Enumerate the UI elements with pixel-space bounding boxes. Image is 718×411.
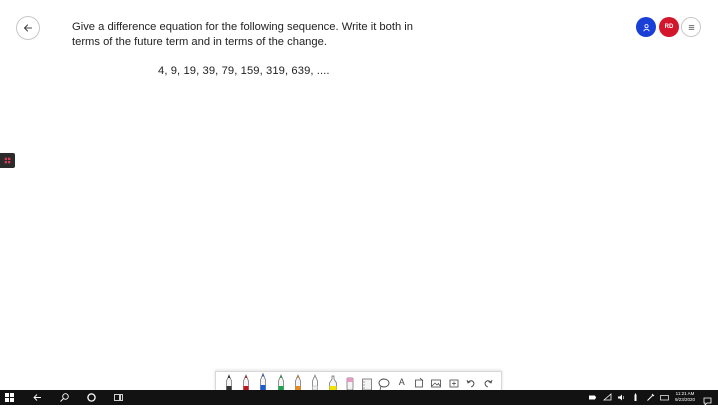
person-icon xyxy=(642,23,650,31)
cortana-button[interactable] xyxy=(86,392,97,403)
shapes-icon xyxy=(415,377,424,388)
lasso-icon xyxy=(379,378,390,391)
pen-workspace-icon xyxy=(634,393,637,401)
pen-blue-tool[interactable] xyxy=(256,373,270,391)
prompt-line-1: Give a difference equation for the follo… xyxy=(72,21,414,33)
ruler-icon xyxy=(362,378,373,391)
pen-orange-tool[interactable] xyxy=(291,373,305,391)
pen-white-tool[interactable] xyxy=(308,373,322,391)
tray-pen[interactable] xyxy=(631,392,640,403)
ink-icon xyxy=(647,393,655,401)
wifi-icon xyxy=(603,393,612,401)
pen-black-icon xyxy=(225,374,232,391)
eraser-icon xyxy=(346,377,354,391)
image-tool[interactable] xyxy=(429,373,443,391)
lasso-tool[interactable] xyxy=(377,373,391,391)
pen-green-icon xyxy=(277,374,284,391)
clock-date: 9/23/2020 xyxy=(674,397,696,402)
keyboard-icon xyxy=(660,395,669,401)
pen-green-tool[interactable] xyxy=(274,373,288,391)
back-icon xyxy=(33,394,41,401)
image-icon xyxy=(431,379,442,388)
avatar-participant-rd[interactable]: RD xyxy=(659,17,679,37)
cortana-icon xyxy=(87,393,96,402)
eraser-tool[interactable] xyxy=(343,373,357,391)
windows-start-icon xyxy=(5,393,14,402)
menu-button[interactable] xyxy=(681,17,701,37)
back-button[interactable] xyxy=(16,16,40,40)
insert-space-icon xyxy=(449,379,459,388)
taskbar-clock[interactable]: 11:21 AM 9/23/2020 xyxy=(672,391,698,403)
pen-black-tool[interactable] xyxy=(222,373,236,391)
pen-orange-icon xyxy=(295,374,301,391)
task-view-icon xyxy=(114,394,123,401)
pen-red-tool[interactable] xyxy=(239,373,253,391)
sequence-text: 4, 9, 19, 39, 79, 159, 319, 639, .... xyxy=(158,65,330,77)
inking-toolbar: A xyxy=(215,371,502,391)
start-button[interactable] xyxy=(4,392,15,403)
taskbar-search-button[interactable] xyxy=(59,392,70,403)
shapes-tool[interactable] xyxy=(412,373,426,391)
insert-space-tool[interactable] xyxy=(447,373,461,391)
task-view-button[interactable] xyxy=(113,392,124,403)
tray-keyboard[interactable] xyxy=(660,392,669,403)
hamburger-menu-icon xyxy=(688,24,694,30)
undo-button[interactable] xyxy=(464,373,478,391)
text-tool[interactable]: A xyxy=(395,373,409,391)
ruler-tool[interactable] xyxy=(360,373,374,391)
highlighter-tool[interactable] xyxy=(326,373,340,391)
battery-icon xyxy=(589,395,596,400)
pen-red-icon xyxy=(243,374,249,391)
text-icon: A xyxy=(398,377,405,387)
search-icon xyxy=(60,393,69,402)
redo-button[interactable] xyxy=(481,373,495,391)
tray-battery[interactable] xyxy=(588,392,597,403)
tray-volume[interactable] xyxy=(617,392,626,403)
volume-icon xyxy=(618,394,625,401)
redo-icon xyxy=(484,379,493,388)
prompt-line-2: terms of the future term and in terms of… xyxy=(72,36,327,48)
action-center-button[interactable] xyxy=(703,393,712,406)
arrow-left-icon xyxy=(23,24,33,32)
taskbar-back-button[interactable] xyxy=(32,392,43,403)
avatar-participant-a[interactable] xyxy=(636,17,656,37)
pen-blue-icon xyxy=(260,373,267,391)
undo-icon xyxy=(466,379,475,388)
windows-taskbar: 11:21 AM 9/23/2020 xyxy=(0,390,718,406)
highlighter-yellow-icon xyxy=(328,375,337,391)
side-panel-tab[interactable] xyxy=(0,153,15,168)
question-prompt: Give a difference equation for the follo… xyxy=(72,20,432,50)
tray-network[interactable] xyxy=(603,392,612,403)
grid-icon xyxy=(4,157,11,164)
pen-white-icon xyxy=(312,374,319,391)
tray-ink[interactable] xyxy=(646,392,655,403)
